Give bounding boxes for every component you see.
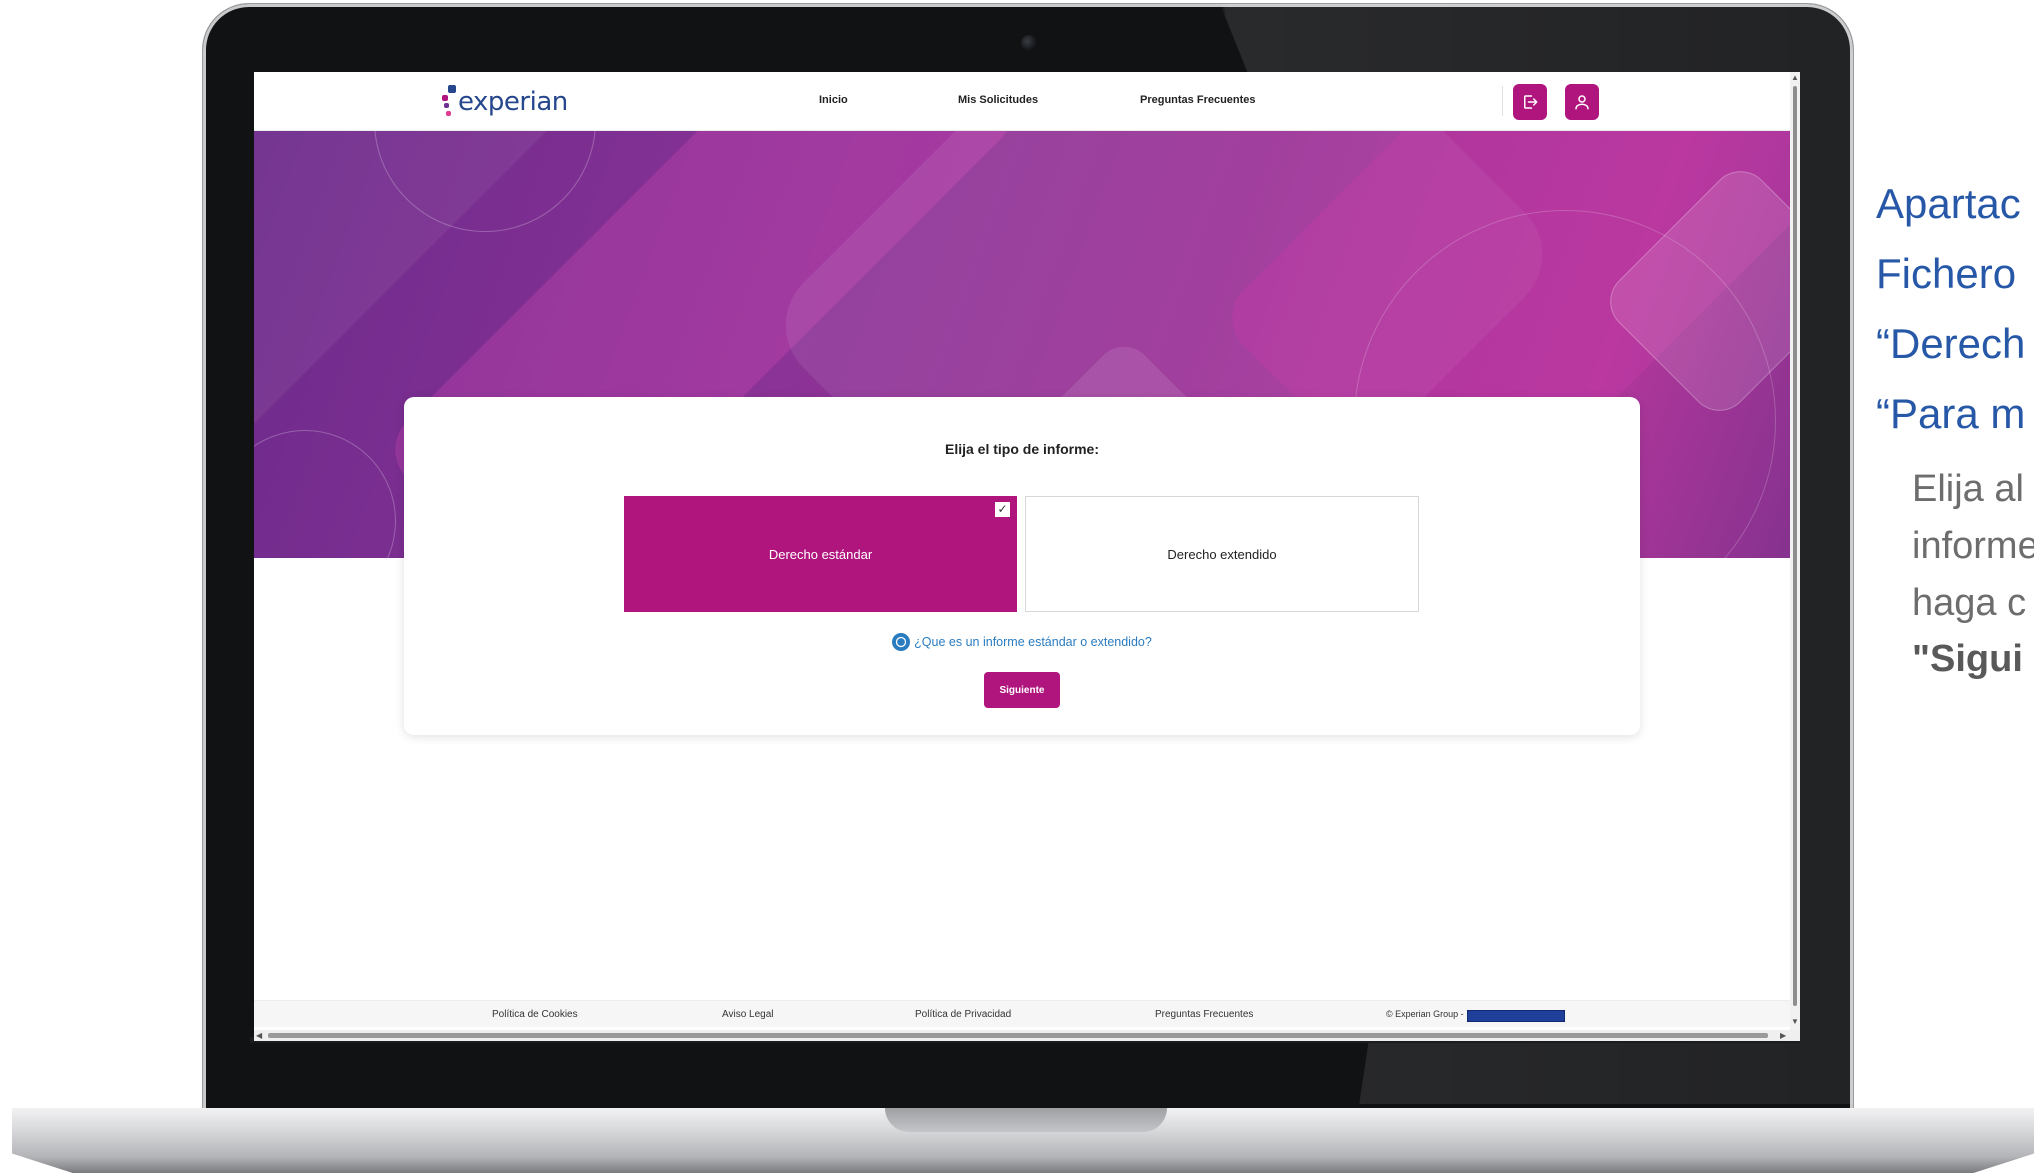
info-icon: [892, 633, 911, 651]
help-link[interactable]: ¿Que es un informe estándar o extendido?: [404, 633, 1640, 651]
browser-screen: experian Inicio Mis Solicitudes Pregunta…: [254, 72, 1800, 1041]
logout-button[interactable]: [1513, 84, 1547, 120]
report-type-card: Elija el tipo de informe: Derecho estánd…: [404, 397, 1640, 735]
side-heading-line-1: Apartac: [1876, 180, 2021, 227]
camera-icon: [1021, 35, 1037, 51]
help-link-text[interactable]: ¿Que es un informe estándar o extendido?: [914, 635, 1152, 649]
siguiente-button[interactable]: Siguiente: [984, 672, 1060, 708]
vertical-scroll-thumb[interactable]: [1793, 86, 1797, 1006]
footer-link-cookies[interactable]: Política de Cookies: [492, 1009, 578, 1020]
logout-icon: [1524, 95, 1538, 109]
nav-mis-solicitudes[interactable]: Mis Solicitudes: [958, 94, 1038, 106]
nav-inicio[interactable]: Inicio: [819, 94, 848, 106]
footer-highlight-bar: [1467, 1010, 1565, 1022]
side-heading-line-4: “Para m: [1876, 390, 2026, 437]
side-body-line-4: "Sigui: [1912, 638, 2023, 680]
experian-logo[interactable]: experian: [442, 84, 568, 120]
footer-copyright: © Experian Group -: [1386, 1009, 1464, 1019]
horizontal-scroll-thumb[interactable]: [268, 1033, 1768, 1038]
footer-link-privacidad[interactable]: Política de Privacidad: [915, 1009, 1011, 1020]
user-profile-button[interactable]: [1565, 84, 1599, 120]
card-title: Elija el tipo de informe:: [944, 441, 1100, 457]
side-heading-line-2: Fichero: [1876, 250, 2017, 297]
option-derecho-estandar[interactable]: Derecho estándar ✓: [624, 496, 1017, 612]
top-navbar: experian Inicio Mis Solicitudes Pregunta…: [254, 72, 1790, 131]
laptop-notch: [885, 1108, 1167, 1132]
option-label: Derecho extendido: [1167, 546, 1277, 562]
nav-divider: [1502, 86, 1503, 116]
nav-preguntas-frecuentes[interactable]: Preguntas Frecuentes: [1140, 94, 1256, 106]
option-label: Derecho estándar: [768, 546, 873, 562]
scroll-up-icon[interactable]: ▲: [1791, 74, 1799, 82]
scroll-left-icon[interactable]: ◀: [256, 1032, 262, 1040]
user-icon: [1575, 95, 1589, 110]
footer-link-faq[interactable]: Preguntas Frecuentes: [1155, 1009, 1253, 1020]
side-body-line-2: informe: [1912, 525, 2034, 567]
footer: Política de Cookies Aviso Legal Política…: [254, 1000, 1790, 1027]
logo-dots-icon: [442, 85, 456, 119]
scroll-right-icon[interactable]: ▶: [1780, 1032, 1786, 1040]
scroll-down-icon[interactable]: ▼: [1791, 1018, 1799, 1026]
side-heading-line-3: “Derech: [1876, 320, 2026, 367]
logo-text: experian: [458, 87, 568, 117]
side-body-line-1: Elija al: [1912, 468, 2024, 510]
vertical-scrollbar[interactable]: ▲ ▼: [1790, 72, 1800, 1030]
option-derecho-extendido[interactable]: Derecho extendido: [1025, 496, 1419, 612]
horizontal-scrollbar[interactable]: ◀ ▶: [254, 1030, 1800, 1041]
footer-link-aviso-legal[interactable]: Aviso Legal: [722, 1009, 774, 1020]
checkbox-checked-icon[interactable]: ✓: [994, 501, 1011, 518]
side-body-line-3: haga c: [1912, 582, 2027, 624]
